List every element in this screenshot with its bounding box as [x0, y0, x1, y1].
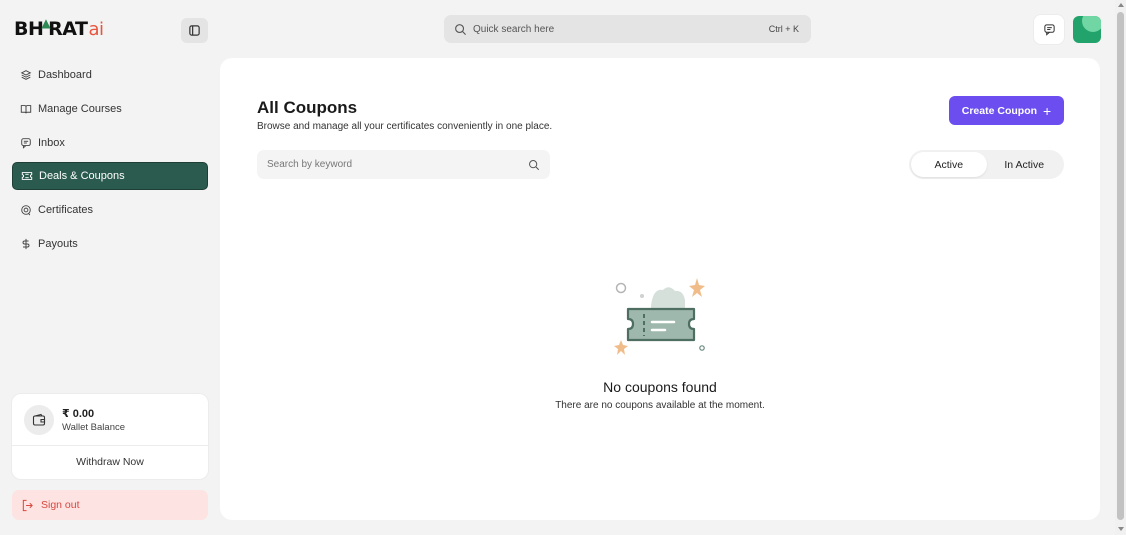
wallet-icon — [24, 404, 54, 435]
sidebar-nav: Dashboard Manage Courses Inbox Deals & C… — [12, 61, 208, 264]
keyboard-shortcut: Ctrl + K — [768, 24, 799, 34]
logo-arrow-icon: ▲ — [41, 16, 51, 30]
page-subtitle: Browse and manage all your certificates … — [257, 121, 553, 132]
quick-search-input[interactable]: Quick search here Ctrl + K — [444, 15, 811, 43]
layers-icon — [20, 70, 32, 80]
scroll-up-arrow-icon[interactable] — [1118, 3, 1124, 7]
scroll-down-arrow-icon[interactable] — [1118, 527, 1124, 531]
dollar-icon — [22, 238, 30, 250]
tab-active[interactable]: Active — [911, 152, 987, 177]
empty-state-message: There are no coupons available at the mo… — [555, 400, 765, 411]
sign-out-button[interactable]: Sign out — [12, 490, 208, 520]
sidebar-item-label: Deals & Coupons — [39, 170, 125, 183]
create-coupon-button[interactable]: Create Coupon + — [949, 96, 1064, 125]
sidebar-item-label: Payouts — [38, 237, 78, 250]
sidebar-item-label: Certificates — [38, 204, 94, 217]
wallet-card: ₹ 0.00 Wallet Balance Withdraw Now — [12, 394, 208, 479]
sidebar-item-inbox[interactable]: Inbox — [12, 129, 208, 157]
sign-out-label: Sign out — [41, 499, 80, 511]
sidebar: BH▲RATai Dashboard Manage Courses Inbox … — [0, 0, 220, 535]
sidebar-item-dashboard[interactable]: Dashboard — [12, 61, 208, 89]
messages-button[interactable] — [1034, 15, 1064, 44]
page-title: All Coupons — [257, 98, 358, 117]
quick-search-placeholder: Quick search here — [473, 23, 555, 35]
scrollbar-thumb[interactable] — [1117, 12, 1124, 520]
logo-text-main: BH — [14, 18, 44, 40]
withdraw-button[interactable]: Withdraw Now — [12, 446, 208, 478]
tab-inactive[interactable]: In Active — [987, 152, 1063, 177]
book-icon — [20, 104, 32, 114]
wallet-label: Wallet Balance — [62, 421, 126, 433]
logo-text-suffix: ai — [88, 19, 104, 40]
status-toggle: Active In Active — [909, 150, 1064, 179]
sidebar-item-label: Dashboard — [38, 69, 92, 81]
logo-text-mid: RAT — [48, 18, 88, 40]
plus-icon: + — [1043, 102, 1052, 119]
sidebar-item-certificates[interactable]: Certificates — [12, 196, 208, 224]
message-icon — [1043, 24, 1055, 36]
ticket-icon — [21, 172, 33, 181]
sidebar-item-label: Manage Courses — [38, 102, 122, 115]
wallet-summary: ₹ 0.00 Wallet Balance — [12, 394, 208, 446]
search-icon — [455, 23, 467, 35]
sidebar-toggle-button[interactable] — [181, 18, 208, 43]
sidebar-item-payouts[interactable]: Payouts — [12, 230, 208, 258]
user-avatar[interactable] — [1073, 16, 1101, 43]
create-coupon-label: Create Coupon — [961, 104, 1038, 117]
chat-icon — [21, 137, 31, 149]
page-scrollbar[interactable] — [1115, 0, 1126, 535]
brand-logo[interactable]: BH▲RATai — [14, 16, 104, 40]
keyword-search-input[interactable]: Search by keyword — [257, 150, 550, 179]
sidebar-panel-icon — [189, 25, 200, 36]
search-icon — [529, 159, 540, 170]
sidebar-item-deals-coupons[interactable]: Deals & Coupons — [12, 162, 208, 191]
award-icon — [21, 205, 31, 216]
logout-icon — [22, 499, 33, 511]
keyword-search-placeholder: Search by keyword — [267, 159, 353, 170]
main-content: All Coupons Browse and manage all your c… — [220, 58, 1100, 520]
sidebar-item-manage-courses[interactable]: Manage Courses — [12, 95, 208, 123]
empty-coupons-illustration — [614, 278, 705, 355]
sidebar-item-label: Inbox — [38, 136, 65, 149]
empty-state-title: No coupons found — [603, 379, 717, 395]
wallet-amount: ₹ 0.00 — [62, 407, 95, 420]
